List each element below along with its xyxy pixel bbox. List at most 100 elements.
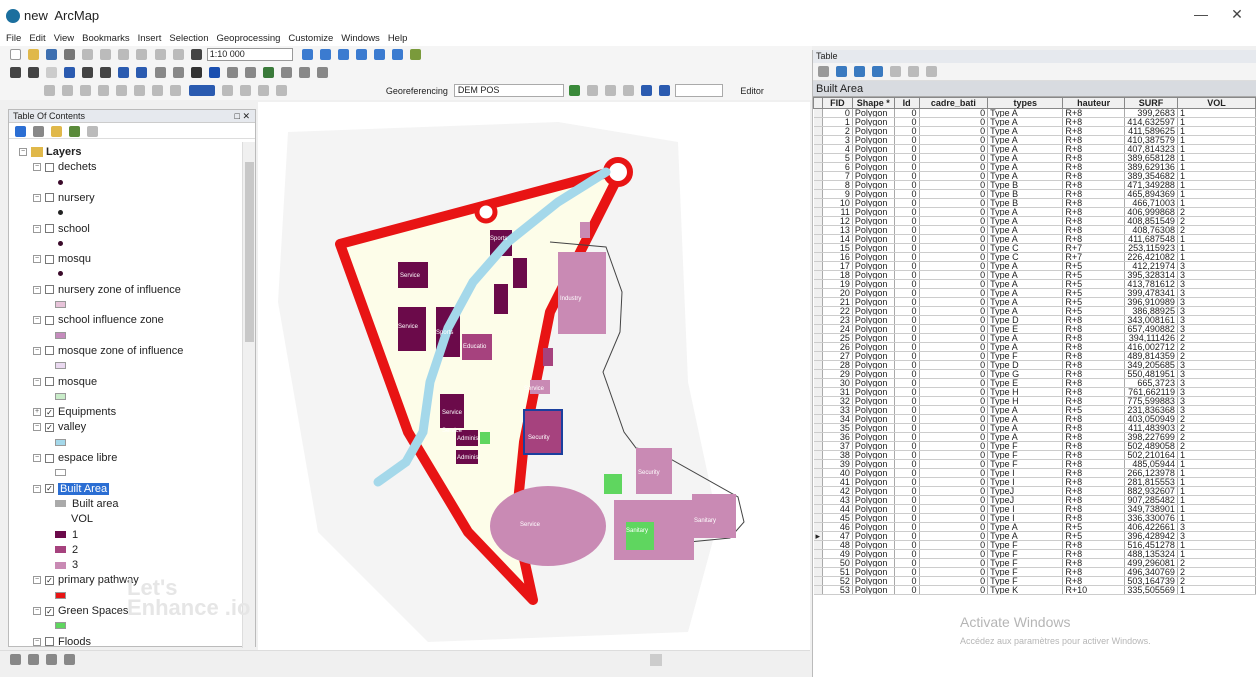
row-selector[interactable] (813, 153, 824, 163)
table-cell[interactable]: 407,814323 (1124, 144, 1178, 154)
table-cell[interactable]: Type B (987, 189, 1064, 199)
table-cell[interactable]: 396,910989 (1124, 297, 1178, 307)
table-cell[interactable]: R+5 (1062, 270, 1125, 280)
table-cell[interactable]: 0 (919, 567, 989, 577)
table-cell[interactable]: 12 (822, 216, 853, 226)
table-cell[interactable]: Polygon (852, 585, 895, 595)
column-header-fid[interactable]: FID (822, 97, 853, 109)
table-cell[interactable]: 0 (919, 549, 989, 559)
row-selector[interactable] (813, 459, 824, 469)
table-cell[interactable]: 266,123978 (1124, 468, 1178, 478)
table-cell[interactable]: R+8 (1062, 342, 1125, 352)
table-row[interactable]: 33 Polygon 0 0 Type A R+5 231,836368 3 (813, 405, 1256, 415)
table-cell[interactable]: 14 (822, 234, 853, 244)
table-cell[interactable]: Type F (987, 459, 1064, 469)
table-cell[interactable]: 3 (1177, 306, 1256, 316)
layer-checkbox[interactable]: ✓ (45, 422, 54, 432)
link-table-icon[interactable] (641, 85, 653, 96)
table-cell[interactable]: 471,349288 (1124, 180, 1178, 190)
table-cell[interactable]: 2 (1177, 342, 1256, 352)
table-cell[interactable]: 3 (1177, 324, 1256, 334)
row-selector[interactable] (813, 279, 824, 289)
table-cell[interactable]: R+8 (1062, 513, 1125, 523)
pause-icon[interactable] (64, 654, 76, 665)
draw-tool-icon[interactable] (44, 85, 55, 96)
table-cell[interactable]: Type F (987, 540, 1064, 550)
table-cell[interactable]: 0 (919, 252, 989, 262)
table-cell[interactable]: R+8 (1062, 126, 1125, 136)
table-cell[interactable]: R+8 (1062, 549, 1125, 559)
column-header-types[interactable]: types (987, 97, 1064, 109)
table-row[interactable]: 16 Polygon 0 0 Type C R+7 226,421082 1 (813, 252, 1256, 262)
row-selector[interactable] (813, 486, 824, 496)
table-cell[interactable]: 1 (1177, 171, 1256, 181)
table-cell[interactable]: R+8 (1062, 459, 1125, 469)
related-tables-icon[interactable] (836, 66, 848, 77)
table-cell[interactable]: Type A (987, 207, 1064, 217)
table-cell[interactable]: 0 (919, 450, 989, 460)
table-cell[interactable]: 29 (822, 369, 853, 379)
table-cell[interactable]: 0 (919, 495, 989, 505)
table-cell[interactable]: 34 (822, 414, 853, 424)
table-cell[interactable]: 1 (1177, 540, 1256, 550)
table-cell[interactable]: 0 (919, 234, 989, 244)
table-cell[interactable]: Polygon (852, 288, 895, 298)
table-cell[interactable]: 24 (822, 324, 853, 334)
table-cell[interactable]: 0 (894, 585, 920, 595)
expand-icon[interactable]: − (33, 637, 41, 646)
row-selector[interactable] (813, 558, 824, 568)
table-row[interactable]: 10 Polygon 0 0 Type B R+8 466,71003 1 (813, 198, 1256, 208)
table-cell[interactable]: 0 (894, 225, 920, 235)
table-cell[interactable]: 0 (919, 558, 989, 568)
table-cell[interactable]: 0 (919, 522, 989, 532)
table-cell[interactable]: 27 (822, 351, 853, 361)
table-cell[interactable]: Polygon (852, 180, 895, 190)
table-cell[interactable]: 0 (919, 207, 989, 217)
table-cell[interactable]: 503,164739 (1124, 576, 1178, 586)
table-cell[interactable]: Type H (987, 396, 1064, 406)
table-cell[interactable]: 1 (1177, 162, 1256, 172)
draw-tool-icon-10[interactable] (239, 85, 251, 96)
toc-layer-school[interactable]: − school (33, 221, 90, 237)
table-cell[interactable]: Type A (987, 162, 1064, 172)
table-cell[interactable]: 0 (919, 324, 989, 334)
georef-tool-icon-2[interactable] (587, 85, 599, 96)
expand-icon[interactable]: − (33, 576, 41, 585)
expand-icon[interactable]: − (33, 224, 41, 233)
row-selector[interactable] (813, 144, 824, 154)
table-cell[interactable]: 0 (919, 288, 989, 298)
table-cell[interactable]: Polygon (852, 567, 895, 577)
back-icon[interactable] (118, 67, 130, 78)
table-cell[interactable]: 1 (1177, 252, 1256, 262)
table-cell[interactable]: Polygon (852, 279, 895, 289)
table-cell[interactable]: 15 (822, 243, 853, 253)
table-cell[interactable]: 0 (919, 243, 989, 253)
toc-layer-dechets[interactable]: − dechets (33, 159, 97, 175)
table-cell[interactable]: Type A (987, 342, 1064, 352)
table-cell[interactable]: Polygon (852, 171, 895, 181)
row-selector[interactable] (813, 513, 824, 523)
table-cell[interactable]: 13 (822, 225, 853, 235)
table-cell[interactable]: 231,836368 (1124, 405, 1178, 415)
table-cell[interactable]: Polygon (852, 153, 895, 163)
table-cell[interactable]: R+5 (1062, 297, 1125, 307)
table-cell[interactable]: 408,76308 (1124, 225, 1178, 235)
table-cell[interactable]: 3 (1177, 261, 1256, 271)
layer-checkbox[interactable]: ✓ (45, 575, 54, 585)
menu-edit[interactable]: Edit (25, 32, 49, 46)
table-cell[interactable]: 0 (919, 126, 989, 136)
find-icon[interactable] (262, 67, 274, 78)
table-cell[interactable]: R+8 (1062, 576, 1125, 586)
table-cell[interactable]: Polygon (852, 558, 895, 568)
table-cell[interactable]: Type A (987, 279, 1064, 289)
arctoolbox-icon[interactable] (374, 49, 385, 60)
table-cell[interactable]: 0 (894, 360, 920, 370)
table-options-icon[interactable] (818, 66, 829, 77)
draw-tool-icon-8[interactable] (170, 85, 182, 96)
row-selector[interactable] (813, 441, 824, 451)
table-cell[interactable]: Polygon (852, 549, 895, 559)
html-popup-icon[interactable] (226, 67, 238, 78)
table-cell[interactable]: Polygon (852, 423, 895, 433)
table-cell[interactable]: 46 (822, 522, 853, 532)
table-cell[interactable]: 2 (1177, 558, 1256, 568)
